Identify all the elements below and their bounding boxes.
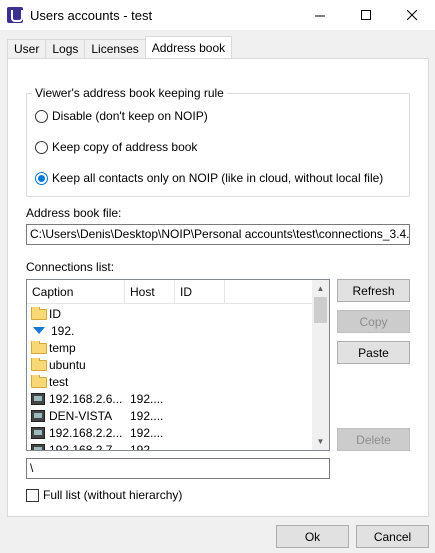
address-book-file-label: Address book file: bbox=[26, 206, 122, 220]
item-caption: ubuntu bbox=[49, 357, 86, 372]
radio-disable[interactable]: Disable (don't keep on NOIP) bbox=[35, 109, 208, 123]
radio-indicator[interactable] bbox=[35, 109, 48, 123]
radio-keep-copy[interactable]: Keep copy of address book bbox=[35, 140, 197, 154]
radio-keep-on-noip-label: Keep all contacts only on NOIP (like in … bbox=[52, 171, 384, 185]
computer-icon bbox=[31, 426, 45, 439]
ok-button[interactable]: Ok bbox=[276, 525, 349, 548]
list-header: Caption Host ID bbox=[27, 280, 312, 304]
checkbox-box[interactable] bbox=[26, 488, 39, 502]
paste-button[interactable]: Paste bbox=[337, 341, 410, 364]
connections-list[interactable]: Caption Host ID ID 192. temp ubuntu test… bbox=[26, 279, 330, 451]
copy-button[interactable]: Copy bbox=[337, 310, 410, 333]
tab-user[interactable]: User bbox=[7, 39, 47, 58]
item-caption: 192.168.2.7... bbox=[49, 442, 123, 451]
folder-icon bbox=[31, 306, 47, 320]
item-caption: DEN-VISTA bbox=[49, 408, 113, 423]
tab-licenses[interactable]: Licenses bbox=[84, 39, 146, 58]
address-book-panel: Viewer's address book keeping rule Disab… bbox=[7, 58, 429, 517]
radio-keep-on-noip[interactable]: Keep all contacts only on NOIP (like in … bbox=[35, 171, 383, 185]
item-caption: 192.168.2.6... bbox=[49, 391, 123, 406]
scroll-up-icon[interactable]: ▲ bbox=[312, 280, 329, 297]
folder-icon bbox=[31, 374, 47, 388]
title-bar: Users accounts - test bbox=[0, 0, 435, 30]
close-button[interactable] bbox=[389, 0, 435, 30]
item-caption: temp bbox=[49, 340, 76, 355]
list-item[interactable]: 192.168.2.6... 192.... bbox=[27, 390, 312, 407]
keeping-rule-group: Viewer's address book keeping rule Disab… bbox=[26, 86, 410, 197]
filter-icon bbox=[33, 327, 45, 334]
list-item[interactable]: 192.168.2.7... 192.... bbox=[27, 441, 312, 451]
computer-icon bbox=[31, 409, 45, 422]
list-item[interactable]: 192. bbox=[27, 322, 312, 339]
cancel-button[interactable]: Cancel bbox=[356, 525, 429, 548]
item-caption: 192.168.2.2... bbox=[49, 425, 123, 440]
radio-indicator-selected[interactable] bbox=[35, 171, 48, 185]
item-caption: test bbox=[49, 374, 69, 389]
refresh-button[interactable]: Refresh bbox=[337, 279, 410, 302]
item-host: 192.... bbox=[130, 425, 164, 440]
list-item[interactable]: ID bbox=[27, 305, 312, 322]
maximize-icon bbox=[360, 9, 371, 20]
list-item[interactable]: ubuntu bbox=[27, 356, 312, 373]
list-scrollbar[interactable]: ▲ ▼ bbox=[312, 280, 329, 450]
folder-icon bbox=[31, 340, 47, 354]
list-item[interactable]: test bbox=[27, 373, 312, 390]
item-host: 192.... bbox=[130, 408, 164, 423]
column-caption[interactable]: Caption bbox=[27, 280, 125, 304]
radio-disable-label: Disable (don't keep on NOIP) bbox=[52, 109, 208, 123]
tab-address-book[interactable]: Address book bbox=[144, 36, 233, 58]
full-list-checkbox[interactable]: Full list (without hierarchy) bbox=[26, 488, 182, 502]
list-item[interactable]: DEN-VISTA 192.... bbox=[27, 407, 312, 424]
radio-keep-copy-label: Keep copy of address book bbox=[52, 140, 198, 154]
item-host: 192.... bbox=[130, 391, 164, 406]
list-item[interactable]: temp bbox=[27, 339, 312, 356]
scroll-down-icon[interactable]: ▼ bbox=[312, 433, 329, 450]
list-item[interactable]: 192.168.2.2... 192.... bbox=[27, 424, 312, 441]
minimize-button[interactable] bbox=[297, 0, 343, 30]
item-caption: 192. bbox=[51, 323, 75, 338]
tab-logs[interactable]: Logs bbox=[45, 39, 86, 58]
item-host: 192.... bbox=[130, 442, 164, 451]
full-list-label: Full list (without hierarchy) bbox=[43, 488, 183, 502]
connections-list-label: Connections list: bbox=[26, 260, 115, 274]
app-icon bbox=[7, 7, 23, 23]
window-title: Users accounts - test bbox=[30, 7, 153, 23]
computer-icon bbox=[31, 392, 45, 405]
radio-indicator[interactable] bbox=[35, 140, 48, 154]
minimize-icon bbox=[314, 15, 325, 16]
delete-button[interactable]: Delete bbox=[337, 428, 410, 451]
scroll-thumb[interactable] bbox=[314, 297, 327, 323]
column-host[interactable]: Host bbox=[125, 280, 175, 304]
tab-bar: User Logs Licenses Address book bbox=[7, 36, 233, 58]
path-field[interactable]: \ bbox=[26, 458, 330, 479]
item-caption: ID bbox=[49, 306, 61, 321]
column-id[interactable]: ID bbox=[175, 280, 225, 304]
close-icon bbox=[406, 9, 417, 20]
computer-icon bbox=[31, 443, 45, 450]
keeping-rule-group-title: Viewer's address book keeping rule bbox=[32, 86, 227, 100]
address-book-file-field[interactable]: C:\Users\Denis\Desktop\NOIP\Personal acc… bbox=[26, 224, 410, 245]
maximize-button[interactable] bbox=[343, 0, 389, 30]
folder-icon bbox=[31, 357, 47, 371]
list-rows: ID 192. temp ubuntu test 192.168.2.6... bbox=[27, 305, 312, 451]
